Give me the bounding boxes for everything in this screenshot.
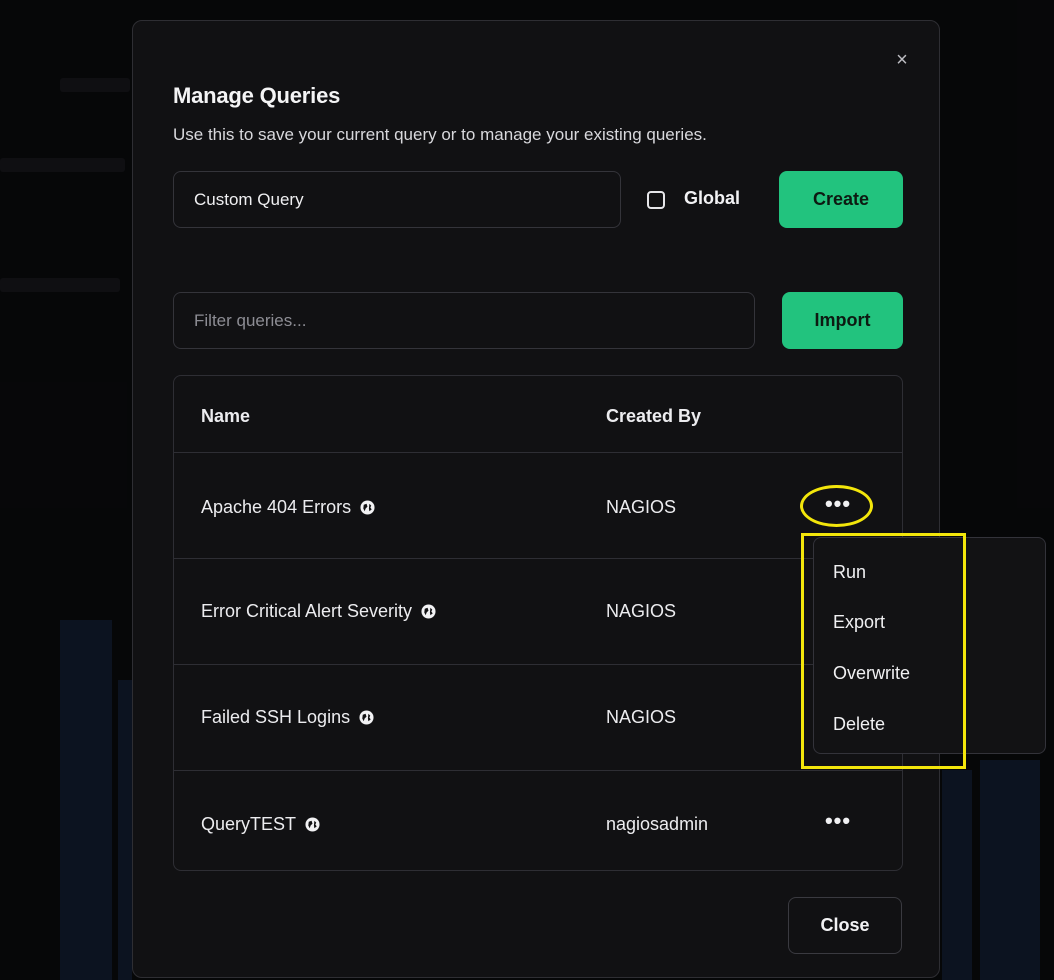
- query-name: QueryTEST: [201, 814, 297, 834]
- query-name-input[interactable]: [173, 171, 621, 228]
- globe-icon: [360, 500, 375, 515]
- modal-title: Manage Queries: [173, 83, 341, 108]
- highlight-ellipse: [800, 485, 873, 527]
- created-by-cell: NAGIOS: [606, 497, 677, 517]
- filter-queries-input[interactable]: [173, 292, 755, 349]
- created-by-cell: nagiosadmin: [606, 814, 709, 834]
- table-header: Name Created By: [174, 376, 902, 453]
- global-checkbox[interactable]: [647, 191, 665, 209]
- import-button[interactable]: Import: [782, 292, 903, 349]
- close-icon[interactable]: ×: [891, 49, 913, 71]
- table-row[interactable]: QueryTEST nagiosadmin •••: [174, 771, 902, 870]
- created-by-cell: NAGIOS: [606, 707, 677, 727]
- query-name-cell: QueryTEST: [201, 814, 320, 835]
- table-row[interactable]: Error Critical Alert Severity NAGIOS: [174, 559, 902, 665]
- query-name-cell: Error Critical Alert Severity: [201, 601, 436, 622]
- query-name-cell: Failed SSH Logins: [201, 707, 374, 728]
- column-header-created-by: Created By: [606, 406, 702, 426]
- globe-icon: [421, 604, 436, 619]
- table-row[interactable]: Apache 404 Errors NAGIOS •••: [174, 453, 902, 559]
- global-label[interactable]: Global: [684, 188, 740, 209]
- table-row[interactable]: Failed SSH Logins NAGIOS: [174, 665, 902, 771]
- modal-subtitle: Use this to save your current query or t…: [173, 125, 707, 144]
- created-by-cell: NAGIOS: [606, 601, 677, 621]
- query-name-cell: Apache 404 Errors: [201, 497, 375, 518]
- create-button[interactable]: Create: [779, 171, 903, 228]
- query-name: Failed SSH Logins: [201, 707, 351, 727]
- highlight-rectangle: [801, 533, 966, 769]
- queries-table: Name Created By Apache 404 Errors NAGIOS…: [173, 375, 903, 871]
- query-name: Error Critical Alert Severity: [201, 601, 413, 621]
- globe-icon: [305, 817, 320, 832]
- close-button[interactable]: Close: [788, 897, 902, 954]
- more-actions-icon[interactable]: •••: [822, 810, 854, 836]
- column-header-name: Name: [201, 406, 251, 426]
- query-name: Apache 404 Errors: [201, 497, 352, 517]
- globe-icon: [359, 710, 374, 725]
